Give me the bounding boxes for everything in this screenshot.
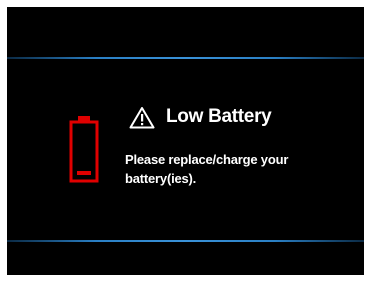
dialog-message: Please replace/charge your battery(ies). <box>125 152 289 186</box>
low-battery-screen: Low Battery Please replace/charge your b… <box>7 7 364 275</box>
bottom-divider <box>7 240 364 242</box>
dialog-header: Low Battery <box>129 103 272 131</box>
dialog-title: Low Battery <box>166 106 272 127</box>
warning-triangle-icon <box>129 106 155 128</box>
battery-low-icon <box>69 116 99 183</box>
top-divider <box>7 57 364 59</box>
